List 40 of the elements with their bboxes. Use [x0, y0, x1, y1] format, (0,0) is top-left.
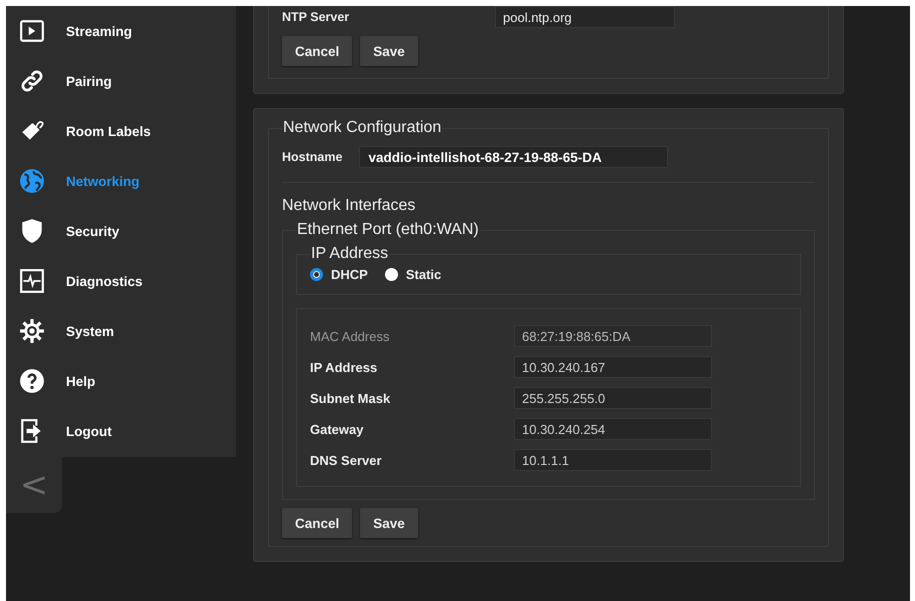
- form-button[interactable]: Save: [360, 36, 418, 66]
- field-label: Hostname: [282, 150, 342, 164]
- radio-option[interactable]: DHCP: [310, 267, 368, 282]
- text-field[interactable]: vaddio-intellishot-68-27-19-88-65-DA: [359, 146, 668, 168]
- form-button[interactable]: Cancel: [282, 36, 352, 66]
- field-label: MAC Address: [310, 328, 390, 344]
- sidebar-item[interactable]: Help: [6, 356, 236, 406]
- radio-option[interactable]: Static: [384, 267, 442, 282]
- sidebar-item[interactable]: Streaming: [6, 6, 236, 56]
- section-title: Network Configuration: [282, 119, 442, 137]
- radio-button[interactable]: [310, 268, 323, 281]
- text-field[interactable]: 10.1.1.1: [514, 449, 712, 471]
- sidebar-item[interactable]: System: [6, 306, 236, 356]
- field-label: Gateway: [310, 422, 364, 436]
- form-button[interactable]: Cancel: [282, 508, 352, 538]
- text-field[interactable]: pool.ntp.org: [495, 6, 675, 28]
- gear-icon: [19, 318, 45, 344]
- field-label: NTP Server: [282, 10, 350, 24]
- form-button[interactable]: Save: [360, 508, 418, 538]
- sidebar-item[interactable]: Security: [6, 206, 236, 256]
- group-title: IP Address: [310, 245, 390, 263]
- field-label: DNS Server: [310, 452, 383, 468]
- globe-icon: [19, 168, 45, 194]
- sidebar-item[interactable]: Room Labels: [6, 106, 236, 156]
- sidebar-item[interactable]: Networking: [6, 156, 236, 206]
- port-title: Ethernet Port (eth0:WAN): [296, 221, 480, 239]
- help-icon: [19, 368, 45, 394]
- radio-button[interactable]: [384, 268, 398, 281]
- sidebar-item[interactable]: Diagnostics: [6, 256, 236, 306]
- section-subtitle: Network Interfaces: [282, 197, 416, 215]
- text-field[interactable]: 10.30.240.254: [514, 418, 712, 440]
- sidebar-item[interactable]: Logout: [6, 406, 236, 456]
- screen-play-icon: [19, 18, 45, 44]
- text-field[interactable]: 255.255.255.0: [514, 387, 712, 409]
- link-icon: [19, 68, 45, 94]
- field-label: IP Address: [310, 360, 378, 374]
- text-field[interactable]: 10.30.240.167: [514, 356, 712, 378]
- pulse-monitor-icon: [19, 268, 45, 294]
- field-label: Subnet Mask: [310, 390, 392, 406]
- sidebar-item[interactable]: Pairing: [6, 56, 236, 106]
